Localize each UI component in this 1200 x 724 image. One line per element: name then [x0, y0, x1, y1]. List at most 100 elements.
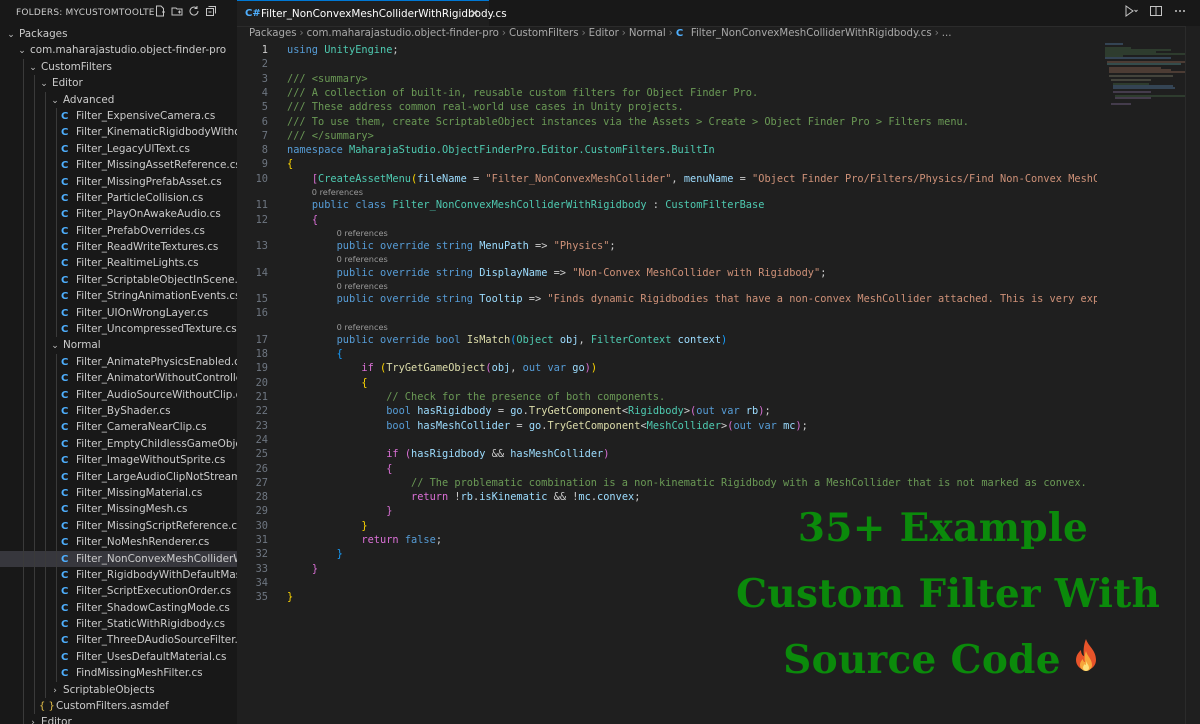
indent-guide: [56, 550, 57, 567]
indent-guide: [23, 321, 24, 338]
indent-guide: [45, 435, 46, 453]
breadcrumb-item[interactable]: Editor: [589, 28, 619, 39]
code-line: {: [336, 348, 343, 361]
tree-file-item[interactable]: C Filter_EmptyChildlessGameObject.cs: [0, 435, 237, 453]
tree-file-item[interactable]: C Filter_KinematicRigidbodyWithoutCollid.…: [0, 124, 237, 141]
indent-guide: [56, 288, 57, 305]
breadcrumb: Packages › com.maharajastudio.object-finde…: [237, 26, 951, 42]
editor-scrollbar[interactable]: [1185, 26, 1200, 724]
codelens-references[interactable]: 0 references: [337, 228, 388, 238]
split-editor-icon[interactable]: [1150, 5, 1162, 20]
tree-file-item[interactable]: C Filter_AnimatorWithoutController.cs: [0, 370, 237, 387]
tree-file-asmdef[interactable]: { }CustomFilters.asmdef: [0, 698, 237, 715]
tree-file-item[interactable]: C Filter_NoMeshRenderer.cs: [0, 534, 237, 551]
refresh-icon[interactable]: [188, 5, 200, 17]
tree-folder-scriptableobjects[interactable]: › ScriptableObjects: [0, 681, 237, 699]
run-icon[interactable]: [1124, 5, 1138, 20]
breadcrumb-item[interactable]: Normal: [629, 28, 666, 39]
tree-file-item[interactable]: C Filter_ScriptExecutionOrder.cs: [0, 583, 237, 600]
tree-file-item[interactable]: C Filter_ThreeDAudioSourceFilter.cs: [0, 632, 237, 649]
codelens-references[interactable]: 0 references: [337, 281, 388, 291]
codelens-references[interactable]: 0 references: [337, 322, 388, 332]
tree-item-label: Filter_ReadWriteTextures.cs: [76, 241, 219, 254]
new-file-icon[interactable]: [154, 5, 166, 17]
breadcrumb-item[interactable]: Packages: [249, 28, 297, 39]
breadcrumb-item[interactable]: ...: [942, 28, 952, 39]
tree-file-item[interactable]: C Filter_AnimatePhysicsEnabled.cs: [0, 353, 237, 371]
tree-file-item[interactable]: C Filter_ShadowCastingMode.cs: [0, 599, 237, 617]
indent-guide: [34, 255, 35, 272]
codelens-references[interactable]: 0 references: [312, 187, 363, 197]
new-folder-icon[interactable]: [171, 5, 183, 17]
tree-item-label: Filter_StaticWithRigidbody.cs: [76, 618, 226, 631]
tree-file-item[interactable]: C Filter_ExpensiveCamera.cs: [0, 107, 237, 125]
tree-item-label: Filter_ShadowCastingMode.cs: [76, 601, 230, 614]
tree-item-label: Editor: [41, 716, 72, 724]
tree-file-item[interactable]: C Filter_MissingMesh.cs: [0, 501, 237, 518]
tree-file-item[interactable]: C Filter_CameraNearClip.cs: [0, 419, 237, 436]
tree-folder-editor-2[interactable]: › Editor: [0, 714, 237, 724]
tree-item-label: Filter_AnimatePhysicsEnabled.cs: [76, 355, 237, 368]
indent-guide: [45, 271, 46, 289]
codelens-references[interactable]: 0 references: [337, 254, 388, 264]
tree-folder-normal[interactable]: ⌄ Normal: [0, 337, 237, 354]
code-line: return !rb.isKinematic && !mc.convex;: [411, 491, 641, 504]
breadcrumb-item[interactable]: com.maharajastudio.object-finder-pro: [307, 28, 499, 39]
tree-folder-editor[interactable]: ⌄ Editor: [0, 75, 237, 92]
csharp-file-icon: C: [61, 143, 69, 155]
csharp-file-icon: C: [61, 389, 69, 401]
tree-file-item[interactable]: C Filter_UncompressedTexture.cs: [0, 321, 237, 338]
code-line: bool hasMeshCollider = go.TryGetComponen…: [386, 419, 808, 432]
tree-file-item[interactable]: C Filter_UsesDefaultMaterial.cs: [0, 648, 237, 666]
tree-file-item[interactable]: C Filter_RigidbodyWithDefaultMass.cs: [0, 566, 237, 584]
breadcrumb-separator-icon: ›: [621, 28, 626, 39]
indent-guide: [56, 353, 57, 371]
tree-folder-customfilters[interactable]: ⌄ CustomFilters: [0, 58, 237, 76]
tree-item-label: ScriptableObjects: [63, 683, 155, 696]
code-line: return false;: [361, 534, 443, 546]
tree-file-item[interactable]: C Filter_PrefabOverrides.cs: [0, 222, 237, 240]
indent-guide: [23, 271, 24, 289]
indent-guide: [23, 501, 24, 518]
tree-file-item[interactable]: C Filter_NonConvexMeshColliderWithRigid..…: [0, 550, 237, 567]
tree-file-item[interactable]: C Filter_LargeAudioClipNotStreaming.cs: [0, 468, 237, 485]
tree-item-label: Filter_EmptyChildlessGameObject.cs: [76, 437, 237, 450]
tree-file-item[interactable]: C Filter_MissingPrefabAsset.cs: [0, 173, 237, 190]
tab-active-file[interactable]: C# Filter_NonConvexMeshColliderWithRigid…: [237, 0, 507, 26]
tree-item-label: FindMissingMeshFilter.cs: [76, 667, 203, 680]
breadcrumb-item[interactable]: Filter_NonConvexMeshColliderWithRigidbod…: [691, 28, 932, 39]
tree-file-item[interactable]: C Filter_MissingMaterial.cs: [0, 484, 237, 502]
tree-file-item[interactable]: C Filter_ByShader.cs: [0, 402, 237, 420]
csharp-file-icon: C: [61, 324, 69, 336]
tree-folder-advanced[interactable]: ⌄ Advanced: [0, 91, 237, 108]
tree-file-item[interactable]: C Filter_MissingScriptReference.cs: [0, 517, 237, 535]
tree-folder-package[interactable]: ⌄ com.maharajastudio.object-finder-pro: [0, 42, 237, 58]
tree-file-item[interactable]: C Filter_RealtimeLights.cs: [0, 255, 237, 272]
indent-guide: [34, 321, 35, 338]
csharp-file-icon: C#: [245, 8, 261, 19]
tree-file-item[interactable]: C Filter_ScriptableObjectInScene.cs: [0, 271, 237, 289]
more-actions-icon[interactable]: [1174, 5, 1186, 20]
tree-item-label: Filter_MissingMaterial.cs: [76, 486, 203, 499]
tree-file-item[interactable]: C Filter_ParticleCollision.cs: [0, 189, 237, 207]
tree-file-item[interactable]: C Filter_AudioSourceWithoutClip.cs: [0, 386, 237, 403]
tree-file-item[interactable]: C Filter_PlayOnAwakeAudio.cs: [0, 206, 237, 223]
tree-file-item[interactable]: C Filter_UIOnWrongLayer.cs: [0, 304, 237, 322]
indent-guide: [56, 435, 57, 453]
collapse-all-icon[interactable]: [205, 5, 217, 17]
tree-file-item[interactable]: C Filter_MissingAssetReference.cs: [0, 157, 237, 174]
tree-file-item[interactable]: C Filter_ReadWriteTextures.cs: [0, 239, 237, 256]
tree-item-label: Filter_ImageWithoutSprite.cs: [76, 454, 226, 467]
tree-file-item[interactable]: C Filter_ImageWithoutSprite.cs: [0, 452, 237, 469]
close-icon[interactable]: ✕: [470, 7, 479, 20]
tree-file-item[interactable]: C FindMissingMeshFilter.cs: [0, 665, 237, 682]
indent-guide: [45, 632, 46, 649]
tree-file-item[interactable]: C Filter_StringAnimationEvents.cs: [0, 288, 237, 305]
csharp-file-icon: C: [61, 520, 69, 532]
tree-file-item[interactable]: C Filter_StaticWithRigidbody.cs: [0, 616, 237, 633]
csharp-file-icon: C: [61, 569, 69, 581]
breadcrumb-item[interactable]: CustomFilters: [509, 28, 579, 39]
tree-folder-packages[interactable]: ⌄ Packages: [0, 26, 237, 42]
indent-guide: [23, 468, 24, 485]
tree-file-item[interactable]: C Filter_LegacyUIText.cs: [0, 140, 237, 158]
